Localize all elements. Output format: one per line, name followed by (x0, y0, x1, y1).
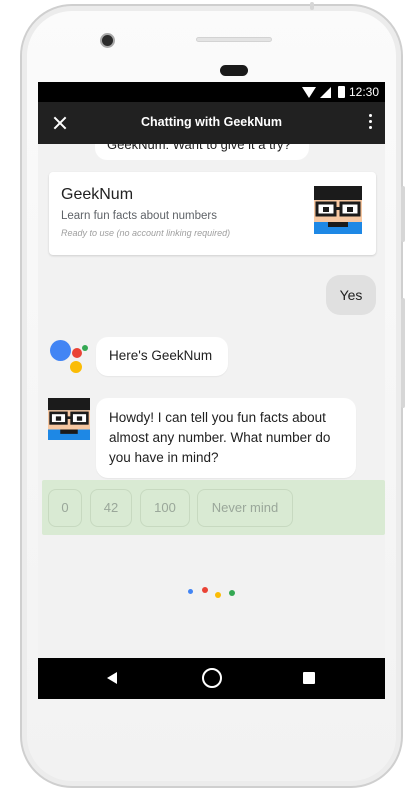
geeknum-avatar-icon (48, 398, 90, 440)
listening-indicator-icon[interactable] (38, 587, 385, 599)
navigation-bar (38, 658, 385, 699)
card-app-name: GeekNum (61, 186, 134, 203)
suggestion-chip[interactable]: 0 (48, 489, 82, 527)
suggestion-chip[interactable]: Never mind (197, 489, 293, 527)
suggestion-chip[interactable]: 100 (140, 489, 190, 527)
previous-bot-message: GeekNum: Want to give it a try? (95, 144, 309, 160)
status-time: 12:30 (348, 85, 379, 99)
signal-icon (320, 86, 331, 98)
screen: 12:30 Chatting with GeekNum GeekNum: Wan… (38, 82, 385, 699)
more-options-icon[interactable] (365, 114, 375, 132)
suggestion-chips: 0 42 100 Never mind (42, 480, 385, 535)
earpiece-slit (196, 37, 272, 42)
chat-area[interactable]: GeekNum: Want to give it a try? GeekNum … (38, 144, 385, 658)
card-description: Learn fun facts about numbers (61, 210, 217, 222)
user-message-bubble: Yes (326, 275, 376, 315)
app-bar: Chatting with GeekNum (38, 102, 385, 144)
front-camera (100, 33, 115, 48)
app-info-card[interactable]: GeekNum Learn fun facts about numbers Re… (49, 172, 376, 255)
recent-apps-icon[interactable] (303, 672, 315, 684)
google-assistant-icon (50, 338, 88, 376)
wifi-icon (302, 86, 316, 98)
battery-icon (338, 86, 345, 98)
assistant-message-bubble: Here's GeekNum (96, 337, 228, 376)
speaker-grille (220, 65, 248, 76)
power-button (401, 298, 405, 408)
status-bar: 12:30 (38, 82, 385, 102)
card-status: Ready to use (no account linking require… (61, 228, 231, 238)
back-icon[interactable] (107, 672, 117, 684)
top-edge-mark (310, 2, 314, 10)
volume-button (401, 186, 405, 242)
home-icon[interactable] (202, 668, 222, 688)
chat-title: Chatting with GeekNum (141, 115, 282, 129)
suggestion-chip[interactable]: 42 (90, 489, 132, 527)
bot-message-bubble: Howdy! I can tell you fun facts about al… (96, 398, 356, 478)
geeknum-avatar-icon (314, 186, 362, 234)
